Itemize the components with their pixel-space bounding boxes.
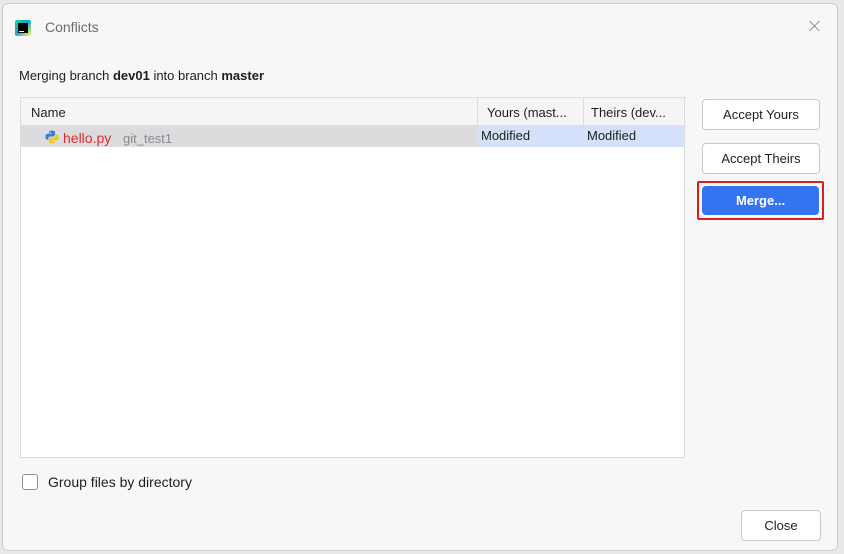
group-by-directory-label[interactable]: Group files by directory: [48, 474, 192, 490]
merge-message-middle: into branch: [149, 68, 222, 83]
merge-message-prefix: Merging branch: [19, 68, 113, 83]
column-divider[interactable]: [583, 98, 584, 125]
conflicts-table: Name Yours (mast... Theirs (dev... hello…: [20, 97, 685, 458]
source-branch: dev01: [112, 68, 150, 83]
column-header-name[interactable]: Name: [31, 105, 66, 120]
title-bar: Conflicts: [3, 4, 837, 50]
column-header-yours[interactable]: Yours (mast...: [487, 105, 567, 120]
conflict-file-name: hello.py: [63, 130, 112, 146]
theirs-status: Modified: [587, 128, 637, 143]
accept-theirs-button[interactable]: Accept Theirs: [702, 143, 820, 174]
target-branch: master: [221, 68, 265, 83]
accept-yours-button[interactable]: Accept Yours: [702, 99, 820, 130]
merge-button[interactable]: Merge...: [702, 186, 819, 215]
merge-message: Merging branch dev01 into branch master: [19, 68, 264, 83]
group-by-directory-checkbox[interactable]: [22, 474, 38, 490]
module-name: git_test1: [123, 131, 173, 146]
table-row[interactable]: hello.py git_test1 Modified Modified: [21, 125, 684, 147]
dialog-title: Conflicts: [45, 19, 99, 35]
yours-status: Modified: [481, 128, 531, 143]
column-divider[interactable]: [477, 98, 478, 125]
column-header-theirs[interactable]: Theirs (dev...: [591, 105, 666, 120]
python-file-icon: [45, 130, 59, 144]
pycharm-icon: [15, 20, 31, 36]
close-icon[interactable]: [805, 16, 825, 36]
close-button[interactable]: Close: [741, 510, 821, 541]
conflicts-dialog: Conflicts Merging branch dev01 into bran…: [2, 3, 838, 551]
table-header: Name Yours (mast... Theirs (dev...: [21, 98, 684, 126]
